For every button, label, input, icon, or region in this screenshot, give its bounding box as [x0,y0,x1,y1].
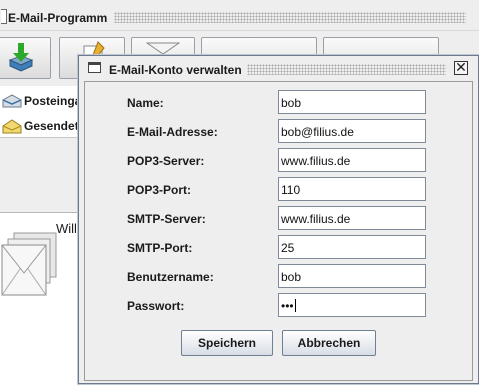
close-icon[interactable]: ✕ [454,60,468,75]
sent-icon [2,119,22,134]
window-icon [88,62,101,73]
dialog-content: Name: bob E-Mail-Adresse: bob@filius.de … [84,81,473,381]
password-label: Passwort: [127,299,185,313]
save-button[interactable]: Speichern [181,330,273,356]
cancel-button[interactable]: Abbrechen [282,330,376,356]
inbox-download-icon [8,43,34,72]
smtp-server-field[interactable]: www.filius.de [278,206,426,230]
envelopes-icon [1,232,57,296]
username-field[interactable]: bob [278,264,426,288]
password-field[interactable]: ••• [278,293,426,317]
smtp-port-label: SMTP-Port: [127,241,193,255]
password-mask: ••• [281,299,294,313]
main-titlebar: E-Mail-Programm [0,0,479,31]
window-icon [1,9,7,24]
receive-mail-button[interactable] [0,37,51,79]
sidebar-item-inbox[interactable]: Posteingang [0,89,96,113]
account-dialog: E-Mail-Konto verwalten ✕ Name: bob E-Mai… [78,55,479,384]
dialog-title: E-Mail-Konto verwalten [109,63,242,77]
pop3-port-label: POP3-Port: [127,183,192,197]
pop3-server-label: POP3-Server: [127,154,205,168]
dialog-titlebar[interactable]: E-Mail-Konto verwalten ✕ [79,56,478,81]
username-label: Benutzername: [127,270,214,284]
envelope-icon [146,42,180,55]
smtp-server-label: SMTP-Server: [127,212,206,226]
main-window-title: E-Mail-Programm [8,11,108,25]
preview-text: Will [56,221,77,236]
divider [0,137,80,138]
smtp-port-field[interactable]: 25 [278,235,426,259]
titlebar-grip [247,64,446,75]
pop3-port-field[interactable]: 110 [278,177,426,201]
name-label: Name: [127,96,164,110]
sidebar-item-label: Gesendet [24,119,79,133]
message-preview: Will [0,212,80,385]
sidebar-item-sent[interactable]: Gesendet [0,114,80,138]
text-caret [294,299,296,312]
email-label: E-Mail-Adresse: [127,125,218,139]
folder-list: Posteingang Gesendet [0,86,96,138]
email-field[interactable]: bob@filius.de [278,119,426,143]
name-field[interactable]: bob [278,90,426,114]
inbox-icon [2,94,22,108]
titlebar-grip [114,12,472,23]
pop3-server-field[interactable]: www.filius.de [278,148,426,172]
